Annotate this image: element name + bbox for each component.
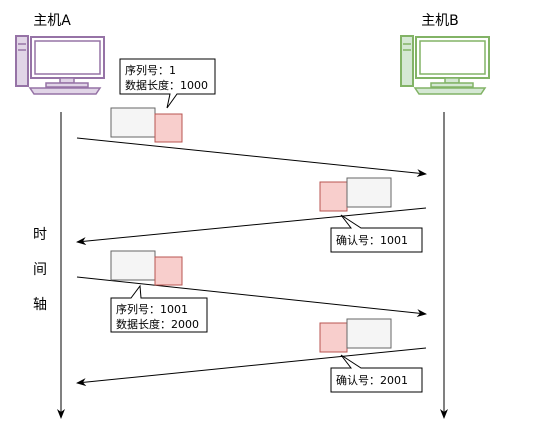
segment-header	[154, 113, 183, 143]
time-axis-label: 时 间 轴	[33, 227, 47, 313]
transmission-arrow	[76, 137, 427, 178]
computer-icon	[15, 35, 105, 95]
callout-text: 序列号：1001	[116, 302, 188, 316]
host-b: 主机B	[400, 13, 490, 95]
callout-text: 数据长度：2000	[116, 317, 199, 331]
callout-text: 确认号：1001	[336, 234, 408, 247]
callout-text: 数据长度：1000	[125, 78, 208, 92]
data-segment-1: 序列号：1 数据长度：1000	[76, 58, 427, 178]
segment-body	[110, 250, 156, 281]
segment-body	[346, 318, 392, 349]
computer-icon	[400, 35, 490, 95]
segment-header	[319, 181, 348, 212]
host-a-label: 主机A	[33, 13, 71, 29]
time-axis-char: 轴	[33, 297, 47, 313]
host-a: 主机A	[15, 13, 105, 95]
time-axis-char: 时	[33, 227, 47, 243]
callout-text: 序列号：1	[125, 63, 176, 77]
segment-body	[346, 177, 392, 208]
ack-segment-1: 确认号：1001	[76, 177, 427, 253]
time-axis-char: 间	[33, 262, 47, 278]
segment-header	[319, 322, 348, 353]
tcp-sequence-diagram: 主机A 主机B 时 间 轴 序列号：1 数据长度：1000 确认号：1001 序…	[15, 13, 490, 419]
segment-body	[110, 107, 156, 138]
host-b-label: 主机B	[421, 13, 459, 29]
segment-header	[154, 256, 183, 286]
callout-text: 确认号：2001	[336, 374, 408, 387]
